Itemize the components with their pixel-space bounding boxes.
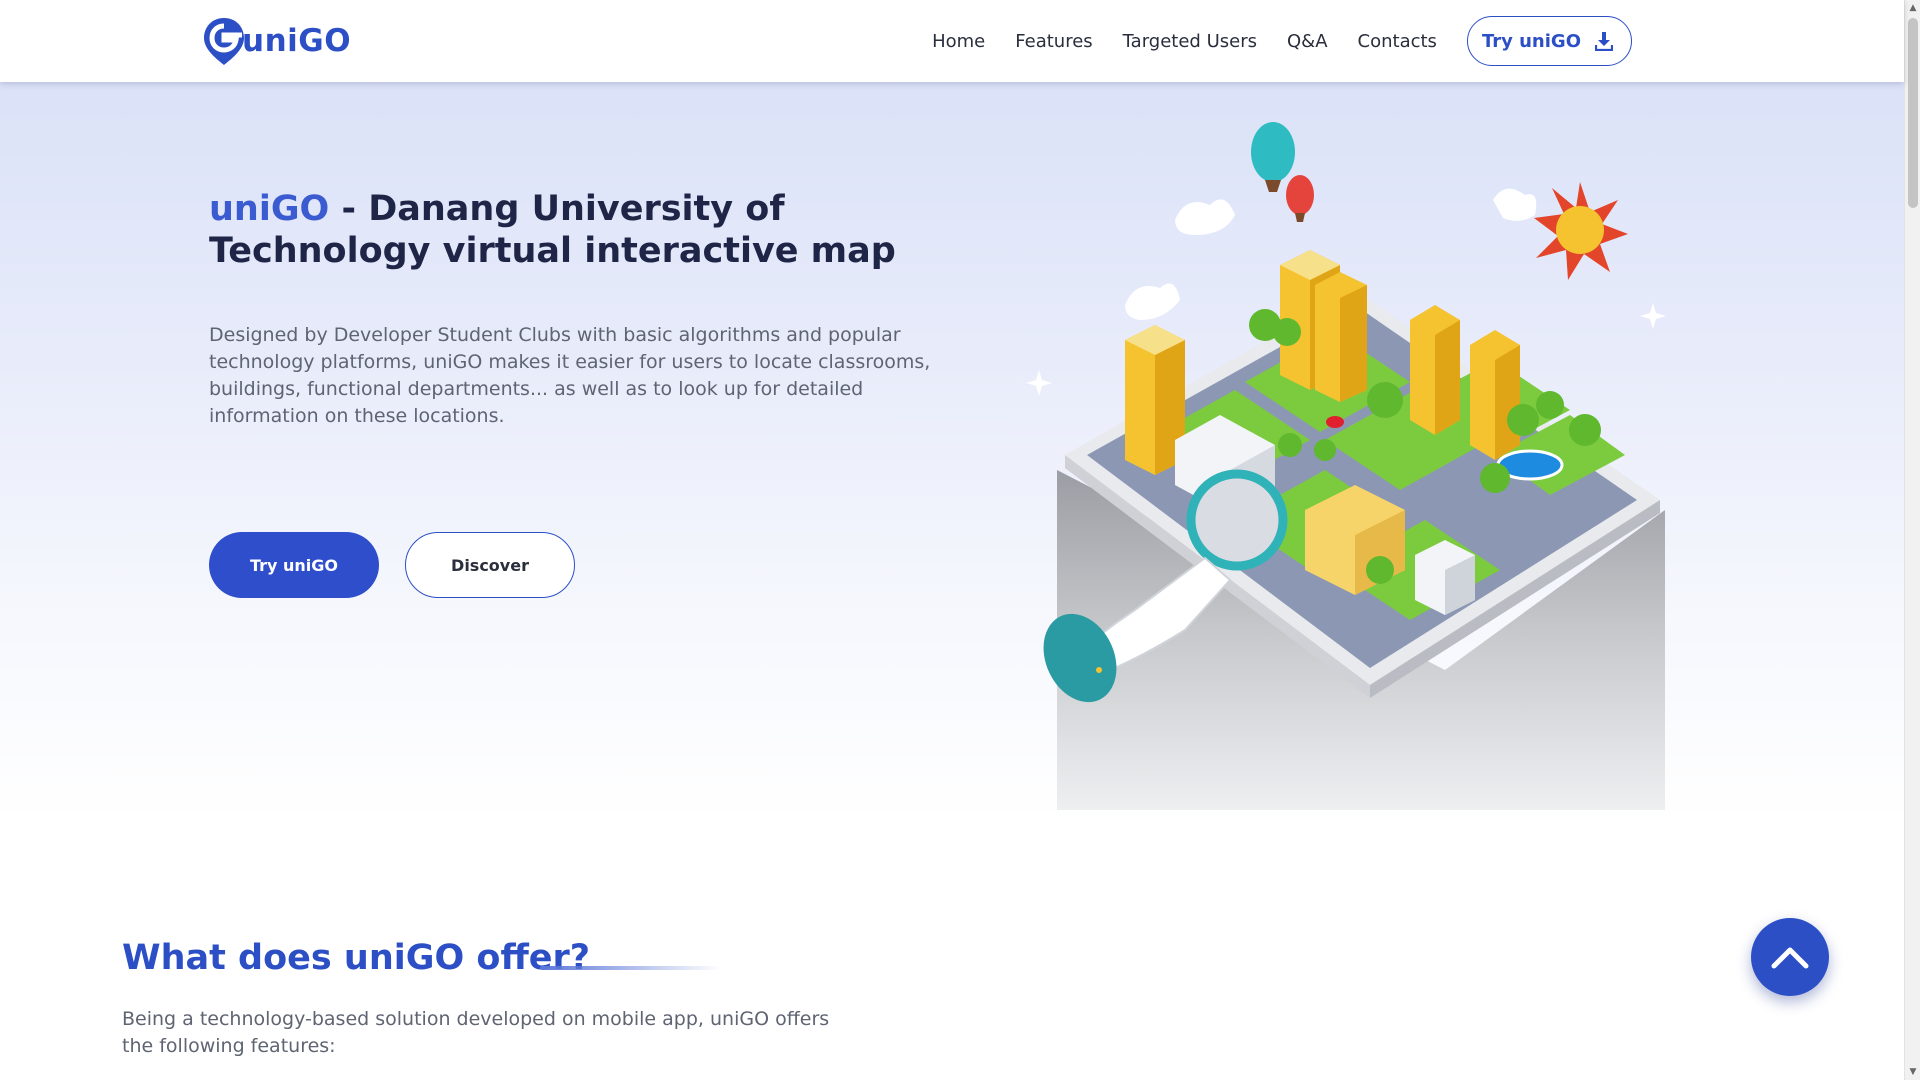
scrollbar-thumb[interactable] — [1908, 18, 1918, 208]
nav-features[interactable]: Features — [1015, 31, 1092, 52]
try-unigo-button[interactable]: Try uniGO — [209, 532, 379, 598]
chevron-up-icon — [1771, 947, 1809, 969]
scroll-to-top-button[interactable] — [1751, 918, 1829, 996]
section-title: What does uniGO offer? — [122, 938, 591, 978]
download-icon — [1595, 32, 1613, 51]
nav-targeted-users[interactable]: Targeted Users — [1123, 31, 1257, 52]
hero-section: uniGO - Danang University of Technology … — [0, 82, 1904, 822]
section-description: Being a technology-based solution develo… — [122, 1008, 830, 1057]
try-unigo-nav-label: Try uniGO — [1481, 30, 1581, 52]
scroll-down-arrow-icon[interactable]: ▼ — [1905, 1064, 1920, 1080]
main-nav: Home Features Targeted Users Q&A Contact… — [902, 0, 1632, 82]
isometric-city-map-illustration — [1026, 122, 1665, 810]
map-pin-logo-icon — [204, 18, 244, 65]
nav-qa[interactable]: Q&A — [1287, 31, 1328, 52]
logo[interactable]: uniGO — [202, 16, 351, 66]
nav-home[interactable]: Home — [932, 31, 985, 52]
site-header: uniGO Home Features Targeted Users Q&A C… — [0, 0, 1904, 82]
section-title-underline — [540, 966, 720, 970]
scroll-up-arrow-icon[interactable]: ▲ — [1905, 0, 1920, 16]
hero-description: Designed by Developer Student Clubs with… — [209, 324, 931, 427]
hero-title: uniGO - Danang University of Technology … — [209, 188, 969, 272]
hero-title-brand: uniGO — [209, 189, 330, 229]
discover-button[interactable]: Discover — [405, 532, 575, 598]
page-scrollbar[interactable]: ▲ ▼ — [1904, 0, 1920, 1080]
try-unigo-nav-button[interactable]: Try uniGO — [1466, 16, 1632, 66]
logo-text: uniGO — [242, 23, 352, 59]
nav-contacts[interactable]: Contacts — [1358, 31, 1437, 52]
